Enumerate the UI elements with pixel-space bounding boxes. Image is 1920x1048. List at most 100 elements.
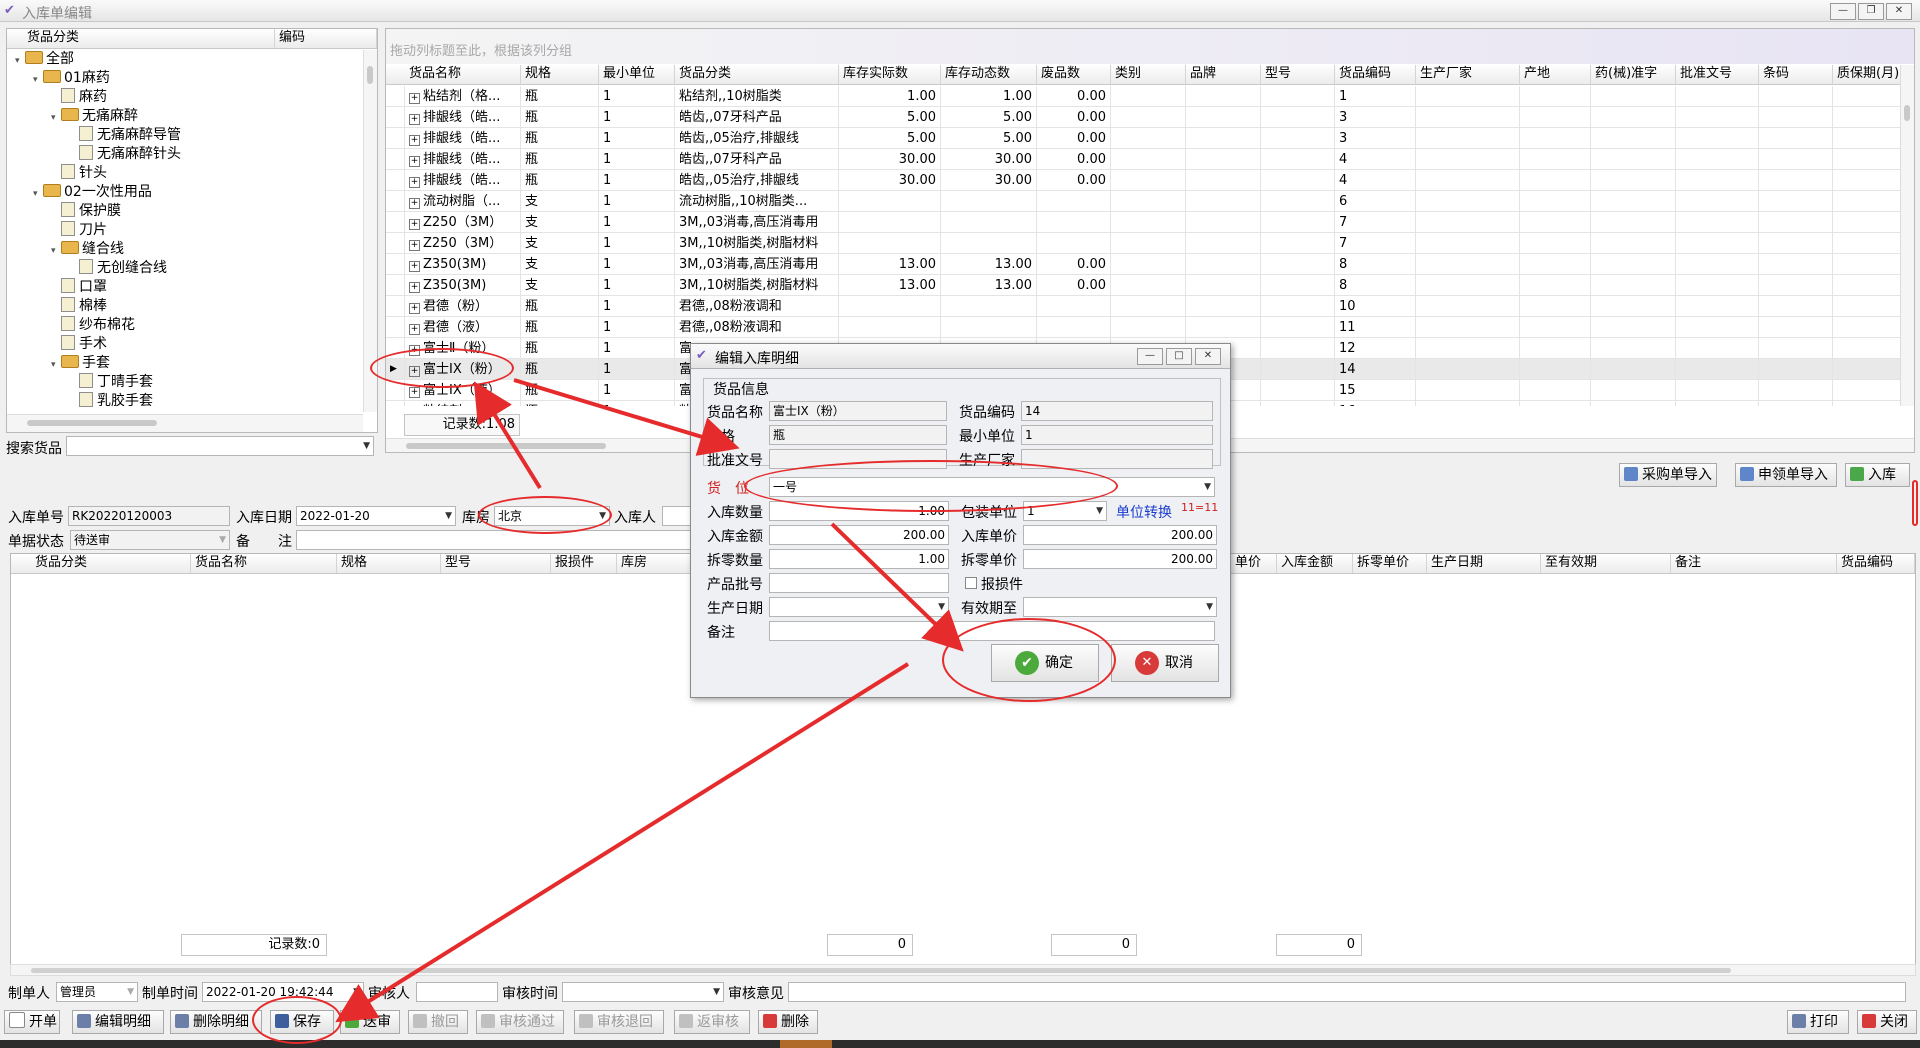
order-no-field[interactable]: RK20220120003 xyxy=(68,506,230,526)
auditor-field[interactable] xyxy=(416,982,498,1002)
tree-node[interactable]: 无痛麻醉导管 xyxy=(69,126,181,145)
row-expand-icon[interactable]: + xyxy=(409,261,420,272)
tree-node[interactable]: 保护膜 xyxy=(51,202,121,221)
row-expand-icon[interactable]: + xyxy=(409,114,420,125)
row-indicator[interactable] xyxy=(386,296,405,317)
detail-col-header[interactable]: 单价 xyxy=(1231,554,1277,573)
tree-node[interactable]: ▾ 02一次性用品 xyxy=(33,183,152,202)
maker-select[interactable]: 管理员 ▼ xyxy=(56,982,138,1002)
goods-col-header[interactable]: 条码 xyxy=(1759,65,1833,84)
tree-node[interactable]: ▾ 手套 xyxy=(51,354,110,373)
detail-col-header[interactable]: 货品分类 xyxy=(31,554,191,573)
unit-convert-link[interactable]: 单位转换 xyxy=(1116,502,1172,522)
goods-vscrollbar[interactable] xyxy=(1900,65,1914,406)
delete-detail-button[interactable]: 删除明细 xyxy=(170,1010,262,1034)
row-expand-icon[interactable]: + xyxy=(409,303,420,314)
detail-col-header[interactable]: 至有效期 xyxy=(1541,554,1671,573)
row-indicator[interactable] xyxy=(386,107,405,128)
stock-person-field[interactable] xyxy=(662,506,692,526)
tree-node[interactable]: 针头 xyxy=(51,164,107,183)
goods-table-row[interactable]: + 粘结剂（格... 瓶 1 粘结剂,,10树脂类 1.00 1.00 0.00 1 xyxy=(386,86,1900,107)
row-indicator[interactable] xyxy=(386,401,405,406)
goods-table-row[interactable]: + Z350(3M) 支 1 3M,,03消毒,高压消毒用 13.00 13.00 0.00 8 xyxy=(386,254,1900,275)
row-indicator[interactable] xyxy=(386,233,405,254)
detail-col-header[interactable]: 入库金额 xyxy=(1277,554,1353,573)
right-edge-scroll-handle[interactable] xyxy=(1912,480,1918,526)
dialog-titlebar[interactable]: ✔ 编辑入库明细 — □ ✕ xyxy=(691,344,1230,369)
tree-expand-icon[interactable]: ▾ xyxy=(51,109,61,128)
tree-node[interactable]: 丁晴手套 xyxy=(69,373,153,392)
tree-node[interactable]: 麻药 xyxy=(51,88,107,107)
tree-expand-icon[interactable]: ▾ xyxy=(51,356,61,375)
edit-detail-button[interactable]: 编辑明细 xyxy=(72,1010,164,1034)
audit-pass-button[interactable]: 审核通过 xyxy=(476,1010,564,1034)
row-expand-icon[interactable]: + xyxy=(409,387,420,398)
dlg-price-input[interactable]: 200.00 xyxy=(1023,525,1217,545)
detail-col-header[interactable]: 库房 xyxy=(617,554,693,573)
tree-expand-icon[interactable]: ▾ xyxy=(33,71,43,90)
requisition-import-button[interactable]: 申领单导入 xyxy=(1735,463,1837,487)
detail-col-header[interactable]: 货品编码 xyxy=(1837,554,1915,573)
delete-button[interactable]: 删除 xyxy=(758,1010,818,1034)
goods-col-header[interactable]: 库存实际数 xyxy=(839,65,941,84)
detail-col-header[interactable]: 备注 xyxy=(1671,554,1837,573)
order-remark-field[interactable] xyxy=(296,530,692,550)
tree-hscrollbar[interactable] xyxy=(7,414,363,432)
tree-node[interactable]: 手术 xyxy=(51,335,107,354)
print-button[interactable]: 打印 xyxy=(1787,1010,1849,1034)
row-indicator[interactable] xyxy=(386,254,405,275)
close-button[interactable]: 关闭 xyxy=(1857,1010,1917,1034)
tree-node[interactable]: 口罩 xyxy=(51,278,107,297)
tree-expand-icon[interactable]: ▾ xyxy=(51,242,61,261)
group-by-area[interactable]: 拖动列标题至此，根据该列分组 xyxy=(386,29,1914,64)
goods-table-row[interactable]: + 排龈线（皓... 瓶 1 皓齿,,05治疗,排龈线 30.00 30.00 0.00 4 xyxy=(386,170,1900,191)
goods-col-header[interactable]: 规格 xyxy=(521,65,599,84)
search-goods-input[interactable]: ▼ xyxy=(66,436,374,456)
row-expand-icon[interactable]: + xyxy=(409,219,420,230)
dialog-maximize-button[interactable]: □ xyxy=(1166,348,1192,365)
row-indicator[interactable] xyxy=(386,149,405,170)
stock-in-button[interactable]: 入库 xyxy=(1845,463,1910,487)
goods-table-row[interactable]: + 君德（液）瓶 1 君德,,08粉液调和 11 xyxy=(386,317,1900,338)
goods-col-header[interactable]: 型号 xyxy=(1261,65,1335,84)
tree-node[interactable]: 刀片 xyxy=(51,221,107,240)
tree-node[interactable]: ▾ 无痛麻醉 xyxy=(51,107,138,126)
row-expand-icon[interactable]: + xyxy=(409,324,420,335)
detail-hscrollbar[interactable] xyxy=(10,964,1916,976)
tree-vscrollbar[interactable] xyxy=(363,50,377,412)
detail-col-header[interactable]: 规格 xyxy=(337,554,441,573)
cancel-button[interactable]: ✕ 取消 xyxy=(1111,644,1219,682)
dlg-split-qty-input[interactable]: 1.00 xyxy=(769,549,949,569)
row-indicator[interactable] xyxy=(386,128,405,149)
dlg-prod-date-picker[interactable]: ▼ xyxy=(769,597,949,617)
order-date-picker[interactable]: 2022-01-20 ▼ xyxy=(296,506,456,526)
dlg-split-price-input[interactable]: 200.00 xyxy=(1023,549,1217,569)
goods-table-row[interactable]: + Z350(3M) 支 1 3M,,10树脂类,树脂材料 13.00 13.00 0.00 8 xyxy=(386,275,1900,296)
row-expand-icon[interactable]: + xyxy=(409,156,420,167)
goods-col-header[interactable]: 废品数 xyxy=(1037,65,1111,84)
row-indicator[interactable] xyxy=(386,317,405,338)
close-window-button[interactable]: ✕ xyxy=(1886,3,1912,20)
category-tree[interactable]: ▾ 全部 ▾ 01麻药 麻药 ▾ 无痛麻醉 无痛麻醉导管 无痛麻醉针头 针头 ▾ 02一次性用品 保护膜… xyxy=(7,50,363,412)
row-indicator[interactable] xyxy=(386,170,405,191)
row-expand-icon[interactable]: + xyxy=(409,240,420,251)
goods-col-header[interactable]: 生产厂家 xyxy=(1416,65,1520,84)
tree-node[interactable]: 棉棒 xyxy=(51,297,107,316)
tree-expand-icon[interactable]: ▾ xyxy=(33,185,43,204)
goods-table-row[interactable]: + 流动树脂（... 支 1 流动树脂,,10树脂类... 6 xyxy=(386,191,1900,212)
goods-col-header[interactable]: 类别 xyxy=(1111,65,1186,84)
tree-node[interactable]: 纱布棉花 xyxy=(51,316,135,335)
dlg-amount-input[interactable]: 200.00 xyxy=(769,525,949,545)
row-expand-icon[interactable]: + xyxy=(409,93,420,104)
row-indicator[interactable] xyxy=(386,275,405,296)
detail-col-header[interactable]: 型号 xyxy=(441,554,551,573)
tree-header-category[interactable]: 货品分类 xyxy=(7,29,275,48)
goods-col-header[interactable]: 货品分类 xyxy=(675,65,839,84)
goods-table-row[interactable]: + Z250（3M）支 1 3M,,10树脂类,树脂材料 7 xyxy=(386,233,1900,254)
tree-node[interactable]: ▾ 01麻药 xyxy=(33,69,110,88)
goods-col-header[interactable]: 产地 xyxy=(1520,65,1591,84)
tree-expand-icon[interactable]: ▾ xyxy=(15,52,25,71)
minimize-button[interactable]: — xyxy=(1830,3,1856,20)
goods-table-row[interactable]: + 排龈线（皓... 瓶 1 皓齿,,07牙科产品 30.00 30.00 0.00 4 xyxy=(386,149,1900,170)
goods-table-row[interactable]: + 君德（粉）瓶 1 君德,,08粉液调和 10 xyxy=(386,296,1900,317)
